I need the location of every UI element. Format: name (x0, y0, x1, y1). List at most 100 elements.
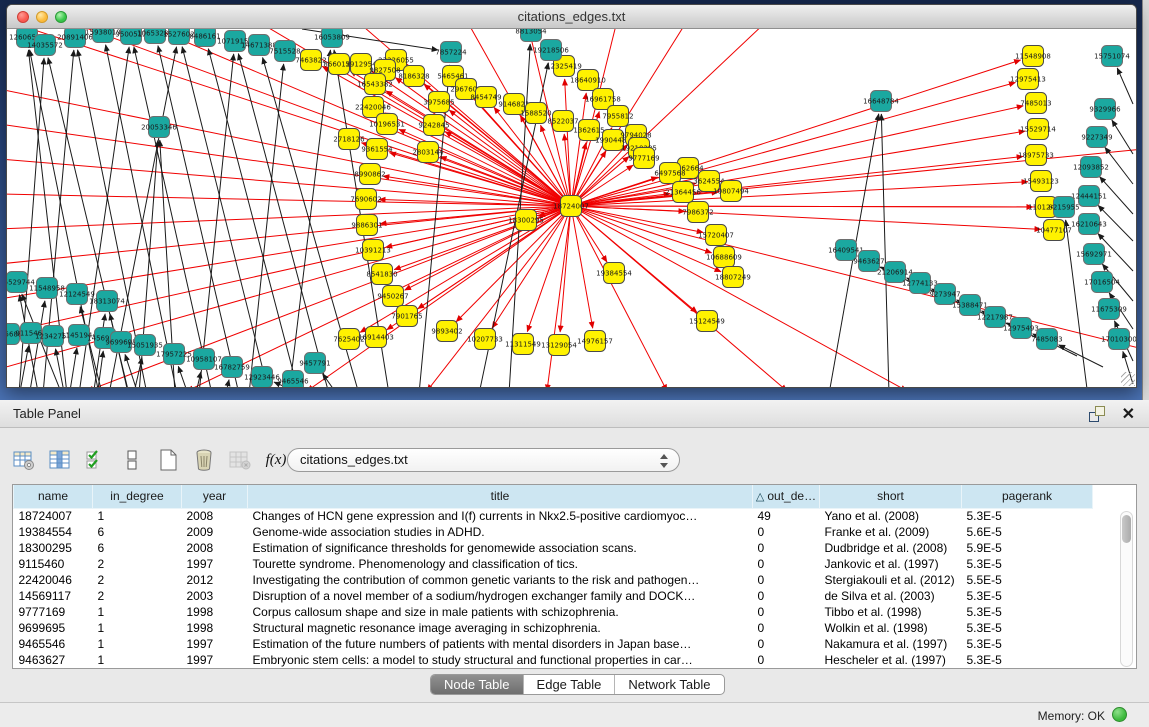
table-cell[interactable]: Tourette syndrome. Phenomenology and cla… (248, 556, 753, 572)
table-cell[interactable]: 5.3E-5 (962, 652, 1093, 668)
table-cell[interactable]: Embryonic stem cells: a model to study s… (248, 652, 753, 668)
table-cell[interactable]: 1998 (182, 620, 248, 636)
table-cell[interactable]: Estimation of significance thresholds fo… (248, 540, 753, 556)
network-node-yellow[interactable]: 10391213 (355, 240, 391, 261)
table-cell[interactable]: Corpus callosum shape and size in male p… (248, 604, 753, 620)
table-cell[interactable]: 9463627 (14, 652, 93, 668)
column-header-out_de[interactable]: △out_de… (753, 485, 820, 508)
table-cell[interactable]: 2008 (182, 540, 248, 556)
table-cell[interactable]: 5.3E-5 (962, 508, 1093, 524)
table-cell[interactable]: 1 (93, 620, 182, 636)
table-cell[interactable]: 5.6E-5 (962, 524, 1093, 540)
citation-edge-black[interactable] (881, 114, 889, 387)
network-node-yellow[interactable]: 7690602 (350, 189, 381, 210)
table-cell[interactable]: 1 (93, 508, 182, 524)
network-canvas[interactable]: 1872400718300295193845547463822866012859… (7, 29, 1136, 387)
network-node-yellow[interactable]: 18807249 (715, 267, 751, 288)
table-cell[interactable]: Investigating the contribution of common… (248, 572, 753, 588)
network-node-yellow[interactable]: 9886301 (351, 215, 382, 236)
table-cell[interactable]: Stergiakouli et al. (2012) (820, 572, 962, 588)
network-window-titlebar[interactable]: citations_edges.txt (7, 5, 1136, 29)
network-node-teal[interactable]: 8486161 (189, 29, 220, 47)
column-header-pagerank[interactable]: pagerank (962, 485, 1093, 508)
table-row[interactable]: 1872400712008Changes of HCN gene express… (14, 508, 1120, 524)
citation-edge-red[interactable] (394, 206, 571, 270)
network-node-yellow[interactable]: 18975733 (1018, 145, 1054, 166)
table-cell[interactable]: 5.3E-5 (962, 636, 1093, 652)
show-columns-button[interactable] (46, 446, 74, 474)
citation-edge-black[interactable] (1112, 120, 1133, 154)
table-cell[interactable]: Tibbo et al. (1998) (820, 604, 962, 620)
network-node-yellow[interactable]: 7986372 (682, 202, 713, 223)
table-vertical-scrollbar[interactable] (1120, 511, 1133, 667)
network-node-yellow[interactable]: 7625402 (333, 329, 364, 350)
citation-edge-black[interactable] (178, 366, 189, 387)
citation-edge-red[interactable] (7, 206, 571, 299)
table-selector-dropdown[interactable]: citations_edges.txt (287, 448, 680, 472)
table-cell[interactable]: 1 (93, 636, 182, 652)
network-node-teal[interactable]: 15692971 (1076, 244, 1112, 265)
citation-edge-black[interactable] (1105, 147, 1133, 184)
network-node-yellow[interactable]: 11548908 (1015, 46, 1051, 67)
table-row[interactable]: 969969511998Structural magnetic resonanc… (14, 620, 1120, 636)
table-cell[interactable]: 0 (753, 652, 820, 668)
table-cell[interactable]: 1997 (182, 556, 248, 572)
citation-network-graph[interactable]: 1872400718300295193845547463822866012859… (7, 29, 1136, 387)
network-node-teal[interactable]: 8813054 (515, 29, 547, 42)
table-settings-button[interactable] (10, 446, 38, 474)
citation-edge-black[interactable] (1066, 220, 1087, 387)
memory-status-indicator[interactable] (1112, 707, 1127, 722)
table-cell[interactable]: 9115460 (14, 556, 93, 572)
table-cell[interactable]: 18300295 (14, 540, 93, 556)
table-cell[interactable]: 5.3E-5 (962, 588, 1093, 604)
citation-edge-red[interactable] (7, 206, 571, 229)
citation-edge-black[interactable] (225, 380, 229, 387)
table-cell[interactable]: 2012 (182, 572, 248, 588)
network-node-yellow[interactable]: 7485013 (1020, 93, 1051, 114)
citation-edge-red[interactable] (571, 206, 907, 387)
table-row[interactable]: 977716911998Corpus callosum shape and si… (14, 604, 1120, 620)
table-cell[interactable]: 0 (753, 620, 820, 636)
table-cell[interactable]: 22420046 (14, 572, 93, 588)
citation-edge-red[interactable] (565, 79, 571, 206)
scrollbar-thumb[interactable] (1122, 515, 1131, 543)
table-cell[interactable]: 9699695 (14, 620, 93, 636)
table-cell[interactable]: 0 (753, 588, 820, 604)
table-cell[interactable]: Franke et al. (2009) (820, 524, 962, 540)
tab-edge-table[interactable]: Edge Table (523, 675, 615, 694)
column-header-name[interactable]: name (14, 485, 93, 508)
citation-edge-black[interactable] (97, 351, 103, 387)
network-node-yellow[interactable]: 13129054 (541, 335, 577, 356)
table-cell[interactable]: 1997 (182, 636, 248, 652)
network-node-yellow[interactable]: 15493123 (1023, 171, 1059, 192)
table-cell[interactable]: Genome-wide association studies in ADHD. (248, 524, 753, 540)
table-cell[interactable]: 0 (753, 636, 820, 652)
table-row[interactable]: 1938455462009Genome-wide association stu… (14, 524, 1120, 540)
table-row[interactable]: 2242004622012Investigating the contribut… (14, 572, 1120, 588)
network-node-teal[interactable]: 9457791 (299, 353, 330, 374)
tab-network-table[interactable]: Network Table (614, 675, 723, 694)
citation-edge-red[interactable] (571, 206, 1041, 229)
column-header-in_degree[interactable]: in_degree (93, 485, 182, 508)
create-new-table-button[interactable] (154, 446, 182, 474)
citation-edge-red[interactable] (571, 206, 1051, 207)
table-row[interactable]: 946554611997Estimation of the future num… (14, 636, 1120, 652)
citation-edge-red[interactable] (307, 206, 571, 387)
table-cell[interactable]: 2009 (182, 524, 248, 540)
citation-edge-black[interactable] (1059, 345, 1103, 367)
row-height-button[interactable] (118, 446, 146, 474)
citation-edge-black[interactable] (289, 50, 330, 387)
table-cell[interactable]: Wolkin et al. (1998) (820, 620, 962, 636)
citation-edge-red[interactable] (560, 206, 571, 332)
network-node-yellow[interactable]: 12975413 (1010, 69, 1046, 90)
table-cell[interactable]: 49 (753, 508, 820, 524)
network-node-teal[interactable]: 9329966 (1089, 99, 1121, 120)
table-cell[interactable]: 5.3E-5 (962, 604, 1093, 620)
table-cell[interactable]: 2 (93, 572, 182, 588)
column-header-year[interactable]: year (182, 485, 248, 508)
close-panel-icon[interactable]: ✕ (1122, 404, 1135, 424)
table-cell[interactable]: 0 (753, 572, 820, 588)
table-cell[interactable]: 6 (93, 540, 182, 556)
table-cell[interactable]: Changes of HCN gene expression and I(f) … (248, 508, 753, 524)
network-node-teal[interactable]: 12093852 (1073, 157, 1109, 178)
